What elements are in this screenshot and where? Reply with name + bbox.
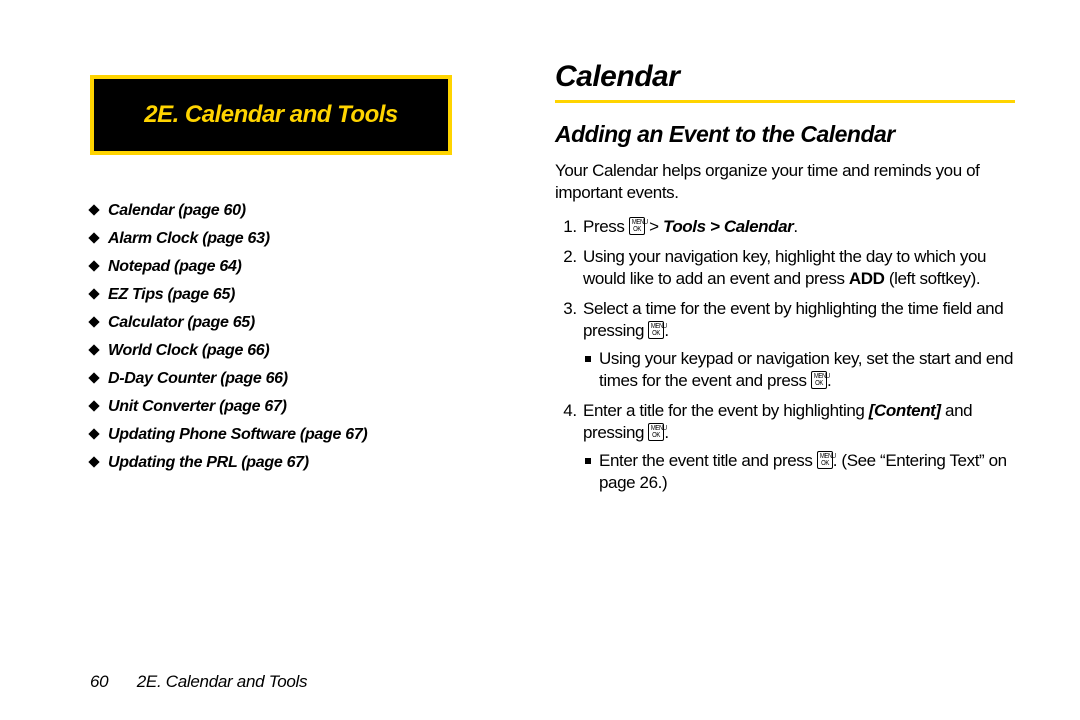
menu-ok-key-icon: MENUOK <box>648 423 664 441</box>
left-column: 2E. Calendar and Tools Calendar (page 60… <box>90 75 490 477</box>
toc-item: World Clock (page 66) <box>90 337 490 365</box>
toc-item: Updating the PRL (page 67) <box>90 449 490 477</box>
footer-title: 2E. Calendar and Tools <box>137 672 307 691</box>
diamond-icon <box>88 344 99 355</box>
diamond-icon <box>88 456 99 467</box>
menu-ok-key-icon: MENUOK <box>811 371 827 389</box>
diamond-icon <box>88 204 99 215</box>
menu-ok-key-icon: MENUOK <box>817 451 833 469</box>
section-banner: 2E. Calendar and Tools <box>90 75 452 155</box>
step-3-sublist: Using your keypad or navigation key, set… <box>585 348 1015 392</box>
right-column: Calendar Adding an Event to the Calendar… <box>555 60 1015 502</box>
step-4: Enter a title for the event by highlight… <box>581 400 1015 494</box>
toc-item: Calculator (page 65) <box>90 309 490 337</box>
square-bullet-icon <box>585 356 591 362</box>
toc-item: EZ Tips (page 65) <box>90 281 490 309</box>
intro-paragraph: Your Calendar helps organize your time a… <box>555 160 1015 204</box>
toc-item: Calendar (page 60) <box>90 197 490 225</box>
toc-item: Updating Phone Software (page 67) <box>90 421 490 449</box>
step-3: Select a time for the event by highlight… <box>581 298 1015 392</box>
table-of-contents: Calendar (page 60) Alarm Clock (page 63)… <box>90 197 490 477</box>
toc-item: Unit Converter (page 67) <box>90 393 490 421</box>
section-title: 2E. Calendar and Tools <box>144 101 398 128</box>
square-bullet-icon <box>585 458 591 464</box>
sub-item: Enter the event title and press MENUOK. … <box>585 450 1015 494</box>
page-number: 60 <box>90 672 108 691</box>
step-4-sublist: Enter the event title and press MENUOK. … <box>585 450 1015 494</box>
diamond-icon <box>88 288 99 299</box>
heading-adding-event: Adding an Event to the Calendar <box>555 121 1015 148</box>
page-footer: 60 2E. Calendar and Tools <box>90 672 307 692</box>
diamond-icon <box>88 260 99 271</box>
diamond-icon <box>88 372 99 383</box>
diamond-icon <box>88 400 99 411</box>
menu-ok-key-icon: MENUOK <box>629 217 645 235</box>
step-1: Press MENUOK > Tools > Calendar. <box>581 216 1015 238</box>
manual-page: 2E. Calendar and Tools Calendar (page 60… <box>0 0 1080 720</box>
toc-item: Notepad (page 64) <box>90 253 490 281</box>
steps-list: Press MENUOK > Tools > Calendar. Using y… <box>555 216 1015 494</box>
diamond-icon <box>88 428 99 439</box>
menu-ok-key-icon: MENUOK <box>648 321 664 339</box>
toc-item: Alarm Clock (page 63) <box>90 225 490 253</box>
step-2: Using your navigation key, highlight the… <box>581 246 1015 290</box>
diamond-icon <box>88 232 99 243</box>
heading-calendar: Calendar <box>555 60 1015 103</box>
sub-item: Using your keypad or navigation key, set… <box>585 348 1015 392</box>
diamond-icon <box>88 316 99 327</box>
toc-item: D-Day Counter (page 66) <box>90 365 490 393</box>
